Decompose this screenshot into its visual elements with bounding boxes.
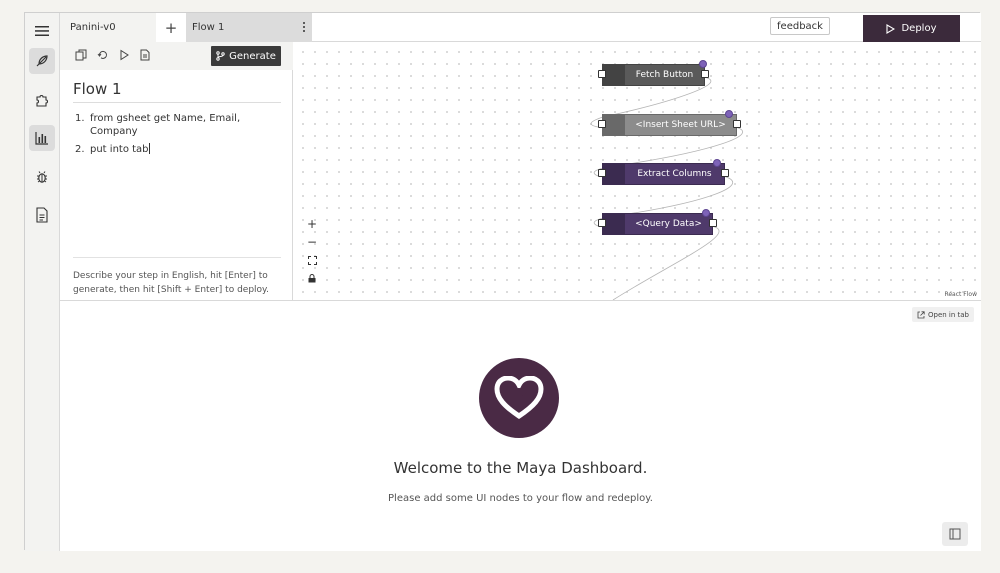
node-grip[interactable] [603, 65, 625, 85]
node-label: <Query Data> [635, 219, 702, 229]
edge [612, 225, 720, 300]
flow-node-query-data[interactable]: <Query Data> [598, 209, 717, 235]
step-number: 1. [75, 113, 85, 124]
output-handle[interactable] [701, 70, 709, 78]
tab-panini[interactable]: Panini-v0 [60, 13, 156, 42]
branch-icon [216, 51, 225, 61]
lock-button[interactable] [303, 269, 321, 287]
editor-toolbar: Generate [60, 42, 293, 70]
input-handle[interactable] [598, 120, 606, 128]
node-grip[interactable] [603, 164, 625, 184]
step-item[interactable]: 1. from gsheet get Name, Email, Company [73, 112, 273, 138]
status-dot [702, 209, 710, 217]
top-bar: Panini-v0 + Flow 1 feedback Deploy [60, 13, 981, 42]
output-handle[interactable] [733, 120, 741, 128]
step-number: 2. [75, 144, 85, 155]
puzzle-icon[interactable] [29, 87, 55, 113]
tab-flow-1[interactable]: Flow 1 [186, 13, 312, 42]
generate-label: Generate [229, 50, 276, 62]
zoom-out-button[interactable]: − [303, 233, 321, 251]
copy-icon[interactable] [75, 49, 87, 61]
icon-rail [25, 13, 60, 551]
sidebar-layout-icon [949, 528, 961, 540]
tab-label: Panini-v0 [70, 22, 116, 33]
flow-node-fetch-button[interactable]: Fetch Button [598, 60, 709, 86]
file-icon[interactable] [139, 49, 151, 61]
play-icon [886, 23, 896, 34]
app-window: Panini-v0 + Flow 1 feedback Deploy Gener… [24, 12, 981, 551]
dashboard-preview: Open in tab Welcome to the Maya Dashboar… [60, 300, 981, 551]
feedback-button[interactable]: feedback [770, 17, 830, 35]
menu-icon[interactable] [29, 18, 55, 44]
divider [73, 102, 281, 103]
document-icon[interactable] [29, 202, 55, 228]
bug-icon[interactable] [29, 164, 55, 190]
flow-editor-panel: Generate Flow 1 1. from gsheet get Name,… [60, 42, 293, 300]
heart-logo-icon [494, 376, 544, 420]
node-label: Fetch Button [635, 70, 694, 80]
input-handle[interactable] [598, 70, 606, 78]
editor-hint: Describe your step in English, hit [Ente… [73, 271, 269, 295]
node-label: <Insert Sheet URL> [635, 120, 726, 130]
node-label: Extract Columns [637, 169, 712, 179]
node-grip[interactable] [603, 214, 625, 234]
fit-view-icon [307, 255, 317, 265]
welcome-subtitle: Please add some UI nodes to your flow an… [388, 493, 653, 504]
flow-title: Flow 1 [73, 80, 122, 98]
status-dot [699, 60, 707, 68]
chart-icon[interactable] [29, 125, 55, 151]
open-in-tab-label: Open in tab [927, 310, 969, 319]
more-options-icon[interactable] [302, 21, 306, 33]
step-text: put into tab [90, 144, 149, 155]
feather-icon[interactable] [29, 48, 55, 74]
lock-icon [308, 273, 316, 282]
deploy-label: Deploy [901, 23, 937, 34]
input-handle[interactable] [598, 169, 606, 177]
plus-icon: + [164, 18, 178, 37]
generate-button[interactable]: Generate [211, 46, 281, 66]
fit-view-button[interactable] [303, 251, 321, 269]
refresh-icon[interactable] [97, 49, 109, 61]
deploy-button[interactable]: Deploy [863, 15, 960, 42]
open-in-tab-button[interactable]: Open in tab [912, 307, 974, 322]
text-caret [148, 143, 150, 154]
status-dot [713, 159, 721, 167]
tab-label: Flow 1 [192, 22, 225, 33]
add-tab-button[interactable]: + [156, 13, 186, 42]
divider [73, 257, 281, 258]
step-item[interactable]: 2. put into tab [73, 143, 273, 156]
external-link-icon [917, 310, 925, 318]
run-icon[interactable] [118, 49, 130, 61]
welcome-heading: Welcome to the Maya Dashboard. [393, 459, 648, 477]
output-handle[interactable] [721, 169, 729, 177]
steps-editor[interactable]: 1. from gsheet get Name, Email, Company … [73, 112, 273, 161]
maya-logo [479, 358, 559, 438]
layout-toggle-button[interactable] [942, 522, 968, 546]
react-flow-attribution[interactable]: React Flow [944, 291, 977, 298]
node-grip[interactable] [603, 115, 625, 135]
flow-canvas[interactable]: Fetch Button <Insert Sheet URL> Extract … [293, 42, 981, 300]
status-dot [725, 110, 733, 118]
zoom-in-button[interactable]: + [303, 215, 321, 233]
flow-node-extract-columns[interactable]: Extract Columns [598, 159, 729, 185]
zoom-controls: + − [303, 215, 321, 287]
input-handle[interactable] [598, 219, 606, 227]
flow-node-insert-sheet-url[interactable]: <Insert Sheet URL> [598, 110, 741, 136]
step-text: from gsheet get Name, Email, Company [90, 113, 241, 137]
output-handle[interactable] [709, 219, 717, 227]
